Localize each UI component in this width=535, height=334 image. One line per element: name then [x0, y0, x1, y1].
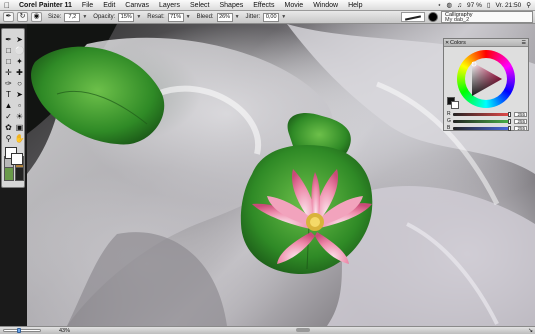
slider-g-thumb[interactable]	[508, 118, 511, 124]
brush-variant-label: My dab_2	[445, 17, 470, 23]
slider-r-value[interactable]: 255	[514, 111, 527, 117]
jitter-field[interactable]: 0,00	[263, 12, 280, 22]
slider-r-thumb[interactable]	[508, 111, 511, 117]
bluetooth-icon[interactable]: ⋆	[437, 1, 441, 9]
bleed-field[interactable]: 26%	[216, 12, 233, 22]
slider-b: B 255	[447, 125, 527, 131]
magnifier-icon[interactable]: ⚲	[3, 133, 14, 144]
paint-bucket-icon[interactable]: ▲	[3, 100, 14, 111]
text-icon[interactable]: T	[3, 89, 14, 100]
menu-select[interactable]: Select	[185, 0, 214, 11]
cloner-icon[interactable]: ✿	[3, 122, 14, 133]
slider-b-thumb[interactable]	[508, 125, 511, 131]
grabber-icon[interactable]: ✋	[14, 133, 25, 144]
selection-arrow-icon[interactable]: ➤	[14, 34, 25, 45]
jitter-arrow-icon[interactable]: ▼	[281, 14, 286, 20]
colors-panel: ✕ Colors ☰ R 255 G 255 B 255	[443, 38, 529, 131]
slider-g-value[interactable]: 255	[514, 118, 527, 124]
slider-b-value[interactable]: 255	[514, 125, 527, 131]
toolbox: ✒ ➤ □ ⚪ □ ✦ ✛ ✚ ✑ ○ T ➤ ▲ ▫ ✓ ☀ ✿ ▣ ⚲ ✋	[1, 28, 25, 188]
panel-menu-icon[interactable]: ☰	[522, 39, 526, 47]
volume-icon[interactable]: ♫	[457, 2, 462, 9]
slider-b-track[interactable]	[453, 125, 511, 131]
pattern-swatch[interactable]	[4, 167, 14, 181]
menu-effects[interactable]: Effects	[248, 0, 279, 11]
wifi-icon[interactable]: ◍	[447, 1, 453, 9]
crop-icon[interactable]: □	[3, 56, 14, 67]
spotlight-icon[interactable]: ⚲	[526, 1, 531, 9]
battery-icon: ▯	[486, 2, 491, 9]
jitter-label: Jitter:	[245, 14, 261, 20]
resize-grip-icon[interactable]: ↘	[528, 327, 533, 334]
opacity-label: Opacity:	[93, 14, 116, 20]
resat-label: Resat:	[147, 14, 165, 20]
menu-canvas[interactable]: Canvas	[120, 0, 154, 11]
shape-icon[interactable]: ○	[14, 78, 25, 89]
dropper-icon[interactable]: ✓	[3, 111, 14, 122]
saturation-triangle[interactable]	[468, 60, 504, 98]
close-icon[interactable]: ✕	[445, 39, 449, 47]
lasso-icon[interactable]: ⚪	[14, 45, 25, 56]
size-arrow-icon[interactable]: ▼	[82, 14, 87, 20]
bleed-label: Bleed:	[196, 14, 214, 20]
status-area: ⋆ ◍ ♫ 97 % ▯ Vr. 21:50 ⚲	[437, 1, 535, 10]
color-well[interactable]	[3, 144, 25, 166]
pen-icon[interactable]: ✑	[3, 78, 14, 89]
opacity-arrow-icon[interactable]: ▼	[136, 14, 141, 20]
menu-help[interactable]: Help	[343, 0, 367, 11]
battery-text[interactable]: 97 %	[467, 2, 482, 9]
opacity-field[interactable]: 15%	[118, 12, 135, 22]
resat-arrow-icon[interactable]: ▼	[186, 14, 191, 20]
nozzle-swatch[interactable]	[14, 167, 24, 181]
menu-bar:  Corel Painter 11 File Edit Canvas Laye…	[0, 0, 535, 11]
horizontal-scrollbar[interactable]	[296, 328, 310, 332]
menu-layers[interactable]: Layers	[154, 0, 185, 11]
additional-color-swatch[interactable]	[451, 101, 459, 109]
brush-dab-icon[interactable]	[428, 12, 438, 22]
blender-icon[interactable]: ☀	[14, 111, 25, 122]
shape-selection-icon[interactable]: ➤	[14, 89, 25, 100]
zoom-level[interactable]: 43%	[59, 328, 70, 334]
property-bar: ✒ ↻ ◉ Size: 7,2 ▼ Opacity: 15% ▼ Resat: …	[0, 11, 535, 24]
colors-panel-title[interactable]: ✕ Colors ☰	[444, 39, 528, 47]
magic-wand-icon[interactable]: ✦	[14, 56, 25, 67]
transform-icon[interactable]: ✛	[3, 67, 14, 78]
resat-field[interactable]: 71%	[167, 12, 184, 22]
dab-type-icon[interactable]: ◉	[31, 12, 42, 22]
zoom-slider-thumb[interactable]	[17, 328, 22, 333]
size-field[interactable]: 7,2	[64, 12, 81, 22]
brush-tool-icon[interactable]: ✒	[3, 12, 14, 22]
apple-icon[interactable]: 	[0, 0, 14, 11]
status-bar: 43% ↘	[0, 326, 535, 334]
hue-ring[interactable]	[457, 50, 515, 108]
layer-adjuster-icon[interactable]: ✚	[14, 67, 25, 78]
slider-g-track[interactable]	[453, 118, 511, 124]
zoom-slider[interactable]	[3, 328, 41, 333]
additional-color-swatch[interactable]	[11, 153, 23, 165]
brush-selector[interactable]: Calligraphy My dab_2	[441, 11, 533, 23]
brush-tool-icon[interactable]: ✒	[3, 34, 14, 45]
bleed-arrow-icon[interactable]: ▼	[235, 14, 240, 20]
pattern-library[interactable]	[3, 166, 25, 182]
brush-stroke-preview	[401, 12, 425, 22]
colors-panel-label: Colors	[450, 40, 466, 46]
menu-app[interactable]: Corel Painter 11	[14, 0, 77, 11]
slider-g: G 255	[447, 118, 527, 124]
menu-movie[interactable]: Movie	[280, 0, 309, 11]
slider-r: R 255	[447, 111, 527, 117]
menu-shapes[interactable]: Shapes	[214, 0, 248, 11]
rubber-stamp-icon[interactable]: ▣	[14, 122, 25, 133]
menu-window[interactable]: Window	[308, 0, 343, 11]
clock-text[interactable]: Vr. 21:50	[495, 2, 521, 9]
rectangle-select-icon[interactable]: □	[3, 45, 14, 56]
eraser-icon[interactable]: ▫	[14, 100, 25, 111]
size-label: Size:	[48, 14, 62, 20]
color-swatches[interactable]	[447, 97, 459, 109]
menu-file[interactable]: File	[77, 0, 98, 11]
slider-r-track[interactable]	[453, 111, 511, 117]
reset-tool-icon[interactable]: ↻	[17, 12, 28, 22]
menu-edit[interactable]: Edit	[98, 0, 120, 11]
rgb-sliders: R 255 G 255 B 255	[447, 111, 527, 132]
